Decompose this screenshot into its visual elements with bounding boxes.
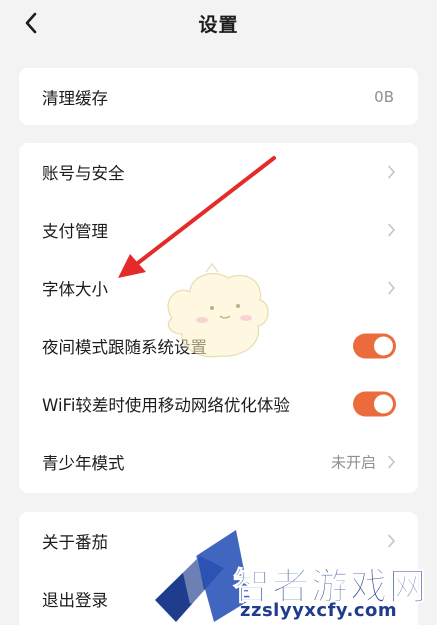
cache-size-value: 0B (374, 87, 394, 106)
settings-item-payment[interactable]: 支付管理 (19, 201, 418, 259)
item-label: 夜间模式跟随系统设置 (42, 338, 207, 357)
general-settings-card: 账号与安全 支付管理 字体大小 夜间模式跟随系统设置 WiFi较差时使用移动网络… (19, 143, 418, 493)
toggle-knob (374, 394, 393, 414)
page-title: 设置 (198, 14, 239, 36)
settings-page: 设置 清理缓存 0B 账号与安全 支付管理 字体大小 夜间模式跟随系统设置 Wi… (0, 0, 437, 625)
settings-item-clear-cache[interactable]: 清理缓存 0B (19, 68, 418, 125)
watermark-url: zzslyyxcfy.com (240, 600, 398, 621)
navigation-bar: 设置 (0, 0, 437, 48)
item-label: 支付管理 (42, 222, 108, 241)
settings-item-teen-mode[interactable]: 青少年模式 未开启 (19, 433, 418, 491)
cache-card: 清理缓存 0B (19, 68, 418, 125)
chevron-right-icon (388, 281, 395, 295)
item-label: 关于番茄 (42, 533, 108, 552)
wifi-optimize-toggle[interactable] (353, 391, 396, 417)
settings-item-font-size[interactable]: 字体大小 (19, 259, 418, 317)
chevron-right-icon (388, 534, 395, 548)
chevron-right-icon (388, 455, 395, 469)
settings-item-night-mode: 夜间模式跟随系统设置 (19, 317, 418, 375)
chevron-right-icon (388, 165, 395, 179)
settings-item-wifi-optimize: WiFi较差时使用移动网络优化体验 (19, 375, 418, 433)
item-label: 青少年模式 (42, 454, 125, 473)
toggle-knob (374, 336, 393, 356)
item-label: 退出登录 (42, 591, 108, 610)
item-label: 账号与安全 (42, 164, 125, 183)
item-label: 字体大小 (42, 280, 108, 299)
settings-item-account-security[interactable]: 账号与安全 (19, 143, 418, 201)
item-label: 清理缓存 (42, 88, 108, 108)
teen-mode-status: 未开启 (330, 453, 376, 472)
night-mode-toggle[interactable] (353, 333, 396, 359)
item-label: WiFi较差时使用移动网络优化体验 (42, 396, 290, 415)
chevron-right-icon (388, 223, 395, 237)
